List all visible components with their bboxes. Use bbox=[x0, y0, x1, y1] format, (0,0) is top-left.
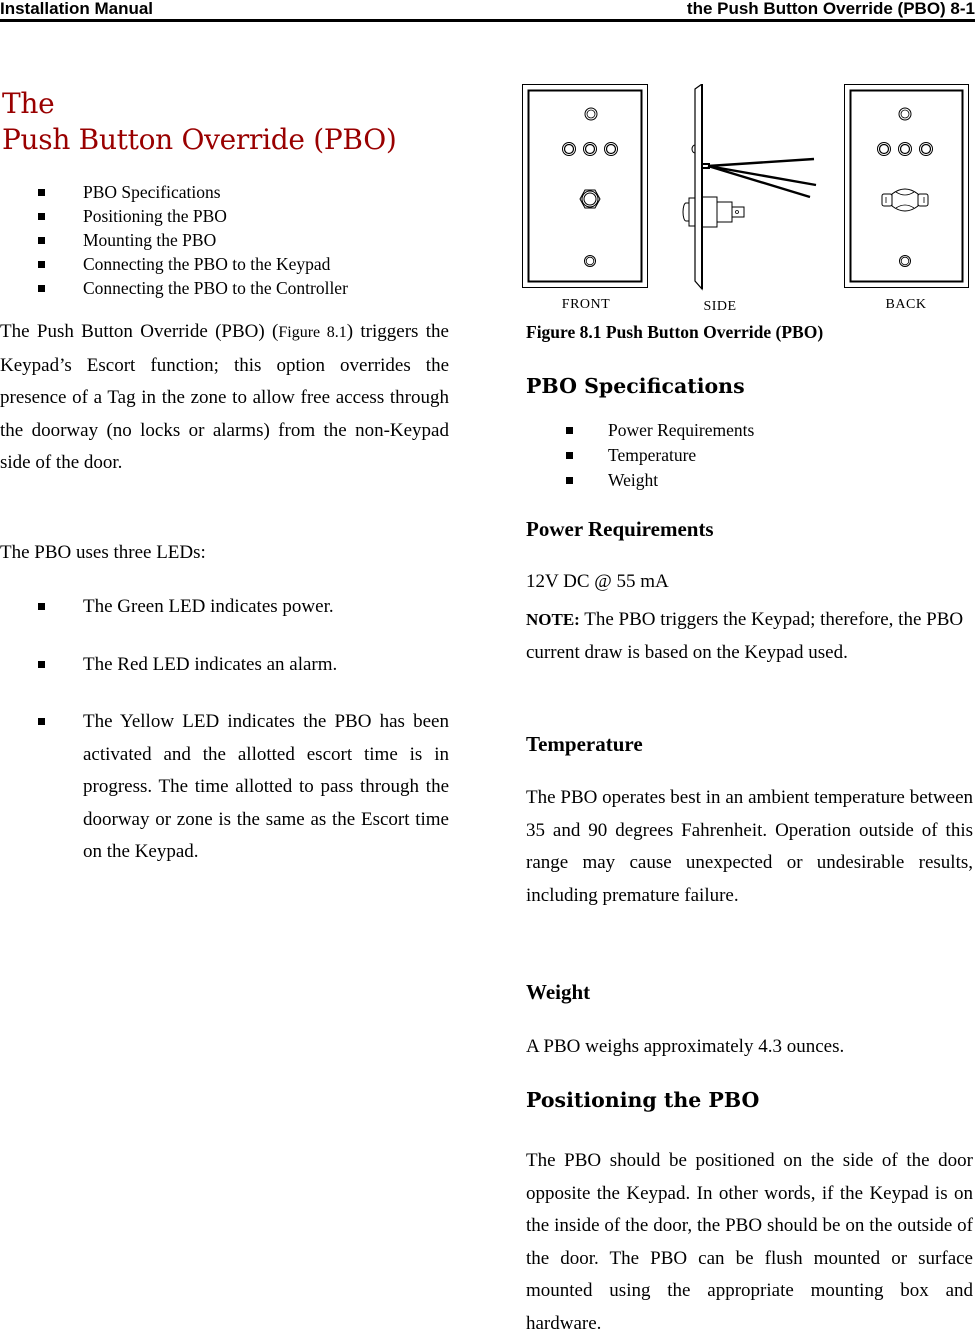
power-note: NOTE: The PBO triggers the Keypad; there… bbox=[526, 604, 973, 669]
led-item-text: The Yellow LED indicates the PBO has bee… bbox=[83, 711, 449, 862]
toc-item: PBO Specifications bbox=[0, 180, 348, 204]
square-bullet-icon bbox=[566, 477, 573, 484]
intro-text: The Push Button Override (PBO) ( bbox=[0, 321, 279, 342]
header-chapter-page: the Push Button Override (PBO) 8-1 bbox=[686, 0, 975, 18]
figure-caption: Figure 8.1 Push Button Override (PBO) bbox=[526, 322, 824, 342]
back-label: BACK bbox=[886, 297, 927, 312]
square-bullet-icon bbox=[38, 660, 45, 668]
led-item-yellow: The Yellow LED indicates the PBO has bee… bbox=[0, 706, 449, 869]
toc-item: Connecting the PBO to the Controller bbox=[0, 276, 348, 300]
chapter-title: The Push Button Override (PBO) bbox=[2, 86, 397, 158]
weight-text: A PBO weighs approximately 4.3 ounces. bbox=[526, 1036, 845, 1057]
specs-item-label: Power Requirements bbox=[608, 420, 755, 440]
square-bullet-icon bbox=[38, 285, 45, 292]
square-bullet-icon bbox=[38, 213, 45, 220]
toc-item-label: Connecting the PBO to the Controller bbox=[83, 278, 348, 298]
front-label: FRONT bbox=[562, 297, 610, 312]
toc-item-label: Connecting the PBO to the Keypad bbox=[83, 254, 331, 274]
toc-item-label: Mounting the PBO bbox=[83, 230, 217, 250]
temperature-heading: Temperature bbox=[526, 732, 643, 756]
positioning-text: The PBO should be positioned on the side… bbox=[526, 1150, 973, 1334]
square-bullet-icon bbox=[38, 603, 45, 610]
led-item-red: The Red LED indicates an alarm. bbox=[0, 649, 449, 682]
figure-reference: Figure 8.1 bbox=[278, 324, 347, 341]
led-list: The Green LED indicates power. The Red L… bbox=[0, 591, 449, 894]
toc-item: Positioning the PBO bbox=[0, 204, 348, 228]
led-item-text: The Green LED indicates power. bbox=[83, 596, 334, 617]
intro-paragraph: The Push Button Override (PBO) (Figure 8… bbox=[0, 316, 449, 480]
front-view-drawing bbox=[522, 84, 648, 288]
square-bullet-icon bbox=[38, 237, 45, 244]
temperature-text: The PBO operates best in an ambient temp… bbox=[526, 787, 973, 906]
square-bullet-icon bbox=[38, 261, 45, 268]
square-bullet-icon bbox=[566, 452, 573, 459]
power-heading: Power Requirements bbox=[526, 517, 714, 541]
note-label: NOTE: bbox=[526, 610, 580, 629]
toc-item: Connecting the PBO to the Keypad bbox=[0, 252, 348, 276]
pbo-figure: FRONT SIDE BACK bbox=[522, 84, 969, 314]
positioning-heading: Positioning the PBO bbox=[526, 1088, 760, 1112]
specs-item: Weight bbox=[526, 468, 754, 493]
side-view-drawing bbox=[682, 84, 817, 291]
specs-item: Power Requirements bbox=[526, 418, 754, 443]
toc-item-label: PBO Specifications bbox=[83, 182, 221, 202]
weight-heading: Weight bbox=[526, 980, 591, 1004]
square-bullet-icon bbox=[38, 718, 45, 725]
side-label: SIDE bbox=[703, 299, 736, 314]
specs-item-label: Weight bbox=[608, 470, 659, 490]
specs-list: Power Requirements Temperature Weight bbox=[526, 418, 754, 493]
note-text: The PBO triggers the Keypad; therefore, … bbox=[526, 609, 964, 663]
leds-intro: The PBO uses three LEDs: bbox=[0, 542, 206, 563]
square-bullet-icon bbox=[566, 427, 573, 434]
specs-item-label: Temperature bbox=[608, 445, 697, 465]
intro-text-cont: ) triggers the Keypad’s Escort function;… bbox=[0, 321, 449, 473]
chapter-contents-list: PBO Specifications Positioning the PBO M… bbox=[0, 180, 348, 300]
chapter-title-line2: Push Button Override (PBO) bbox=[2, 123, 397, 156]
toc-item: Mounting the PBO bbox=[0, 228, 348, 252]
back-view-drawing bbox=[844, 84, 969, 288]
led-item-text: The Red LED indicates an alarm. bbox=[83, 653, 338, 675]
page-header: Installation Manual the Push Button Over… bbox=[0, 0, 975, 22]
toc-item-label: Positioning the PBO bbox=[83, 206, 227, 226]
specs-item: Temperature bbox=[526, 443, 754, 468]
header-manual-title: Installation Manual bbox=[0, 0, 154, 18]
square-bullet-icon bbox=[38, 189, 45, 196]
chapter-title-line1: The bbox=[2, 87, 55, 120]
power-value: 12V DC @ 55 mA bbox=[526, 571, 669, 592]
led-item-green: The Green LED indicates power. bbox=[0, 591, 449, 624]
specs-heading: PBO Specifications bbox=[526, 374, 745, 398]
